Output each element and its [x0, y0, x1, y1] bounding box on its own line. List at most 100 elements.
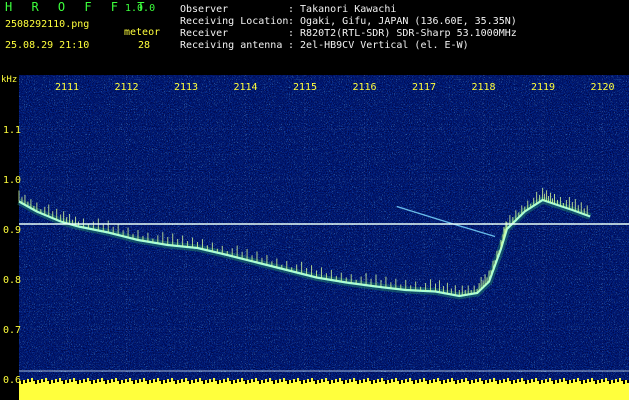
power-bar-peak — [371, 384, 373, 386]
power-bar-peak — [561, 382, 563, 386]
signal-power-bar — [19, 378, 629, 400]
power-bar-peak — [333, 383, 335, 386]
power-bar-peak — [313, 381, 315, 386]
power-bar-peak — [263, 383, 265, 386]
power-bar-peak — [445, 383, 447, 386]
power-bar-peak — [117, 381, 119, 386]
power-bar-peak — [427, 384, 429, 386]
power-bar-peak — [125, 379, 127, 386]
power-bar-peak — [565, 381, 567, 386]
power-bar-peak — [111, 379, 113, 386]
meteor-count: 28 — [138, 40, 151, 51]
power-bar-peak — [527, 380, 529, 386]
power-bar-peak — [355, 381, 357, 386]
power-bar-peak — [579, 381, 581, 386]
power-bar-peak — [575, 382, 577, 386]
power-bar-peak — [33, 381, 35, 386]
power-bar-peak — [327, 381, 329, 386]
power-bar-peak — [65, 380, 67, 386]
power-bar-peak — [479, 378, 481, 386]
power-bar-peak — [303, 380, 305, 386]
power-bar-peak — [383, 381, 385, 386]
power-bar-peak — [573, 379, 575, 386]
power-bar-peak — [397, 381, 399, 386]
power-bar-peak — [477, 382, 479, 386]
power-bar-peak — [129, 378, 131, 386]
power-bar-peak — [287, 384, 289, 386]
power-bar-peak — [429, 380, 431, 386]
power-bar-peak — [611, 380, 613, 386]
power-bar-peak — [489, 379, 491, 386]
power-bar-peak — [325, 378, 327, 386]
power-bar-peak — [341, 381, 343, 386]
power-bar-peak — [265, 379, 267, 386]
power-bar-peak — [167, 379, 169, 386]
power-bar-peak — [165, 383, 167, 386]
power-bar-peak — [447, 379, 449, 386]
power-bar-peak — [229, 381, 231, 386]
power-bar-peak — [619, 378, 621, 386]
power-bar-peak — [571, 383, 573, 386]
power-bar-peak — [297, 378, 299, 386]
power-bar-peak — [137, 383, 139, 386]
power-bar-peak — [257, 381, 259, 386]
x-tick-label: 2111 — [55, 82, 79, 93]
power-bar-peak — [533, 382, 535, 386]
x-tick-label: 2114 — [233, 82, 257, 93]
power-bar-peak — [471, 380, 473, 386]
power-bar-peak — [161, 384, 163, 386]
power-bar-peak — [151, 383, 153, 386]
power-bar-peak — [363, 379, 365, 386]
x-tick-label: 2116 — [352, 82, 376, 93]
power-bar-peak — [569, 380, 571, 386]
power-bar-peak — [199, 378, 201, 386]
power-bar-peak — [475, 379, 477, 386]
receiver-key: Receiver — [180, 28, 229, 39]
power-bar-peak — [453, 381, 455, 386]
power-bar-peak — [59, 378, 61, 386]
power-bar-peak — [133, 384, 135, 386]
power-bar-peak — [581, 384, 583, 386]
power-bar-peak — [623, 384, 625, 386]
power-bar-peak — [271, 381, 273, 386]
x-tick-label: 2117 — [412, 82, 436, 93]
power-bar-peak — [423, 378, 425, 386]
power-bar-peak — [279, 379, 281, 386]
power-bar-peak — [91, 384, 93, 386]
power-bar-peak — [283, 378, 285, 386]
power-bar-peak — [401, 380, 403, 386]
power-bar-peak — [375, 383, 377, 386]
power-bar-peak — [331, 380, 333, 386]
power-bar-peak — [241, 378, 243, 386]
power-bar-peak — [141, 382, 143, 386]
power-bar-peak — [347, 383, 349, 386]
power-bar-peak — [369, 381, 371, 386]
power-bar-peak — [399, 384, 401, 386]
y-tick-label: 0.8 — [3, 275, 21, 286]
power-bar-peak — [157, 378, 159, 386]
power-bar-peak — [61, 381, 63, 386]
power-bar-peak — [525, 384, 527, 386]
power-bar-peak — [493, 378, 495, 386]
power-bar-peak — [547, 382, 549, 386]
power-bar-peak — [209, 379, 211, 386]
power-bar-peak — [181, 379, 183, 386]
y-tick-label: 1.0 — [3, 175, 21, 186]
y-tick-label: 0.9 — [3, 225, 21, 236]
power-bar-peak — [235, 383, 237, 386]
y-tick-label: 1.1 — [3, 125, 21, 136]
power-bar-peak — [419, 379, 421, 386]
power-bar-peak — [145, 381, 147, 386]
power-bar-peak — [37, 380, 39, 386]
power-bar-peak — [85, 382, 87, 386]
power-bar-peak — [557, 383, 559, 386]
power-bar-peak — [337, 382, 339, 386]
power-bar-peak — [285, 381, 287, 386]
power-bar-peak — [195, 379, 197, 386]
power-bar-peak — [625, 380, 627, 386]
power-bar-peak — [115, 378, 117, 386]
power-bar-peak — [509, 381, 511, 386]
spectrogram-speckle — [19, 75, 629, 380]
power-bar-peak — [69, 379, 71, 386]
power-bar-peak — [247, 380, 249, 386]
